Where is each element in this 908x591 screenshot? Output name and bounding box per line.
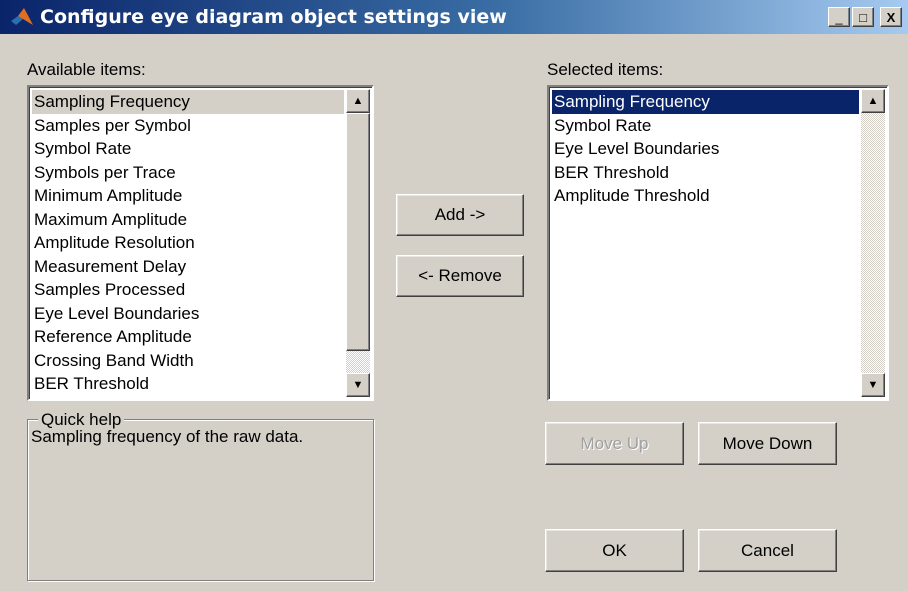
list-item[interactable]: Symbol Rate xyxy=(552,114,859,138)
available-items-label: Available items: xyxy=(27,60,146,79)
selected-items-label: Selected items: xyxy=(547,60,664,79)
list-item[interactable]: Amplitude Threshold xyxy=(32,396,344,400)
cancel-button[interactable]: Cancel xyxy=(698,529,837,572)
remove-button[interactable]: <- Remove xyxy=(396,255,524,297)
list-item[interactable]: Amplitude Threshold xyxy=(552,184,859,208)
scroll-thumb[interactable] xyxy=(346,113,370,351)
selected-items-listbox[interactable]: Sampling Frequency Symbol Rate Eye Level B… xyxy=(547,85,889,401)
available-items-listbox[interactable]: Sampling Frequency Samples per Symbol Symb… xyxy=(27,85,374,401)
arrow-up-icon[interactable]: ▲ xyxy=(861,89,885,113)
list-item[interactable]: Maximum Amplitude xyxy=(32,208,344,232)
maximize-button[interactable]: □ xyxy=(852,7,874,27)
list-item[interactable]: Minimum Amplitude xyxy=(32,184,344,208)
close-button[interactable]: X xyxy=(880,7,902,27)
list-item[interactable]: Amplitude Resolution xyxy=(32,231,344,255)
move-up-button[interactable]: Move Up xyxy=(545,422,684,465)
quick-help-text: Sampling frequency of the raw data. xyxy=(31,427,304,446)
list-item[interactable]: Symbol Rate xyxy=(32,137,344,161)
available-items-scrollbar[interactable]: ▲ ▼ xyxy=(346,89,370,397)
list-item[interactable]: BER Threshold xyxy=(32,372,344,396)
list-item[interactable]: Reference Amplitude xyxy=(32,325,344,349)
available-items-list: Sampling Frequency Samples per Symbol Symb… xyxy=(32,90,344,400)
ok-button[interactable]: OK xyxy=(545,529,684,572)
list-item[interactable]: Symbols per Trace xyxy=(32,161,344,185)
matlab-logo-icon xyxy=(11,8,33,25)
title-bar[interactable]: Configure eye diagram object settings vi… xyxy=(0,0,908,34)
selected-items-scrollbar[interactable]: ▲ ▼ xyxy=(861,89,885,397)
list-item[interactable]: Eye Level Boundaries xyxy=(32,302,344,326)
list-item[interactable]: Sampling Frequency xyxy=(552,90,859,114)
minimize-button[interactable]: _ xyxy=(828,7,850,27)
selected-items-list: Sampling Frequency Symbol Rate Eye Level B… xyxy=(552,90,859,208)
arrow-down-icon[interactable]: ▼ xyxy=(346,373,370,397)
list-item[interactable]: Samples per Symbol xyxy=(32,114,344,138)
arrow-down-icon[interactable]: ▼ xyxy=(861,373,885,397)
list-item[interactable]: BER Threshold xyxy=(552,161,859,185)
arrow-up-icon[interactable]: ▲ xyxy=(346,89,370,113)
list-item[interactable]: Measurement Delay xyxy=(32,255,344,279)
move-down-button[interactable]: Move Down xyxy=(698,422,837,465)
list-item[interactable]: Sampling Frequency xyxy=(32,90,344,114)
list-item[interactable]: Samples Processed xyxy=(32,278,344,302)
window-title: Configure eye diagram object settings vi… xyxy=(40,6,507,28)
list-item[interactable]: Eye Level Boundaries xyxy=(552,137,859,161)
add-button[interactable]: Add -> xyxy=(396,194,524,236)
list-item[interactable]: Crossing Band Width xyxy=(32,349,344,373)
